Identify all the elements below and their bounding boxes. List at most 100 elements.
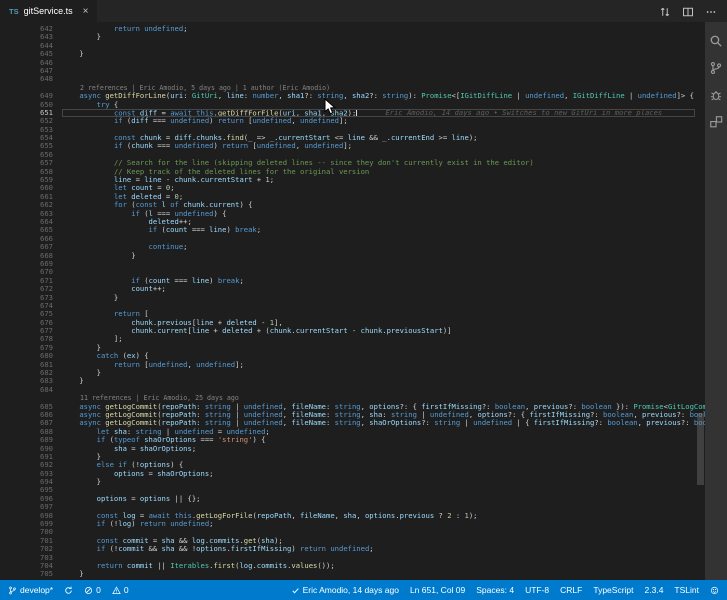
code-line-652[interactable]: 652 if (diff === undefined) return [unde… <box>0 116 705 126</box>
sync-indicator[interactable] <box>64 586 73 595</box>
errors-indicator[interactable]: 0 <box>84 585 101 595</box>
git-branch-indicator[interactable]: develop* <box>8 585 53 595</box>
feedback[interactable] <box>710 586 719 595</box>
code-line-684[interactable]: 684 <box>0 384 705 394</box>
code-line-646[interactable]: 646 <box>0 58 705 67</box>
sync-icon <box>64 586 73 595</box>
code-text: } <box>62 292 119 302</box>
tab-gitservice-ts[interactable]: TS gitService.ts × <box>0 0 99 22</box>
language-mode-label: TypeScript <box>593 585 634 595</box>
editor-scrollbar[interactable] <box>696 22 705 580</box>
encoding-status-label: UTF-8 <box>525 585 550 595</box>
code-text: if (count === line) break; <box>148 225 262 235</box>
errors-indicator-label: 0 <box>96 585 101 595</box>
code-text: } <box>62 376 84 386</box>
warnings-indicator[interactable]: 0 <box>112 585 129 595</box>
scrollbar-thumb[interactable] <box>697 412 704 486</box>
typescript-version[interactable]: 2.3.4 <box>645 585 664 595</box>
eol-status-label: CRLF <box>560 585 583 595</box>
more-actions-button[interactable] <box>705 5 717 17</box>
cursor-position-label: Ln 651, Col 09 <box>409 585 466 595</box>
code-text: } <box>62 569 84 579</box>
text-cursor <box>356 108 358 117</box>
code-text: return commit || Iterables.first(log.com… <box>96 561 335 570</box>
status-bar-left: develop* 0 0 <box>8 585 129 595</box>
split-icon <box>682 6 694 18</box>
debug-icon <box>709 88 723 102</box>
encoding-status[interactable]: UTF-8 <box>525 585 549 595</box>
code-line-665[interactable]: 665 if (count === line) break; <box>0 225 705 235</box>
editor-area: 642 return undefined; 643 } 644 645 } 646 647… <box>0 22 727 580</box>
code-line-642[interactable]: 642 return undefined; <box>0 24 705 33</box>
code-line-694[interactable]: 694 } <box>0 477 705 486</box>
search-icon <box>709 34 723 48</box>
code-line-690[interactable]: 690 sha = shaOrOptions; <box>0 444 705 453</box>
activity-search[interactable] <box>709 34 723 48</box>
code-text: if (diff === undefined) return [undefine… <box>113 116 348 126</box>
status-bar-right: Eric Amodio, 14 days ago Ln 651, Col 09 Sp… <box>291 585 719 595</box>
code-line-647[interactable]: 647 <box>0 66 705 75</box>
warning-icon <box>112 585 121 595</box>
more-icon <box>705 6 717 18</box>
line-number: 648 <box>40 74 53 84</box>
typescript-file-icon: TS <box>9 6 19 16</box>
language-mode[interactable]: TypeScript <box>593 585 633 595</box>
code-line-644[interactable]: 644 <box>0 41 705 50</box>
code-line-655[interactable]: 655 if (chunk === undefined) return [und… <box>0 141 705 151</box>
extensions-icon <box>709 115 723 129</box>
error-icon <box>84 586 93 595</box>
gitlens-blame-status-label: Eric Amodio, 14 days ago <box>302 585 399 595</box>
vscode-window: TS gitService.ts × 642 return undefined;… <box>0 0 727 600</box>
compare-icon <box>659 6 671 18</box>
code-text: if (!log) return undefined; <box>96 519 214 529</box>
cursor-position[interactable]: Ln 651, Col 09 <box>410 585 465 595</box>
code-text: options = options || {}; <box>96 493 201 503</box>
code-text: } <box>62 32 101 42</box>
indentation-status-label: Spaces: 4 <box>476 585 515 595</box>
code-line-702[interactable]: 702 if (!commit && sha && !options.first… <box>0 544 705 554</box>
tab-close-icon[interactable]: × <box>83 6 89 17</box>
code-line-704[interactable]: 704 return commit || Iterables.first(log… <box>0 561 705 570</box>
tslint-status-label: TSLint <box>674 585 699 595</box>
warnings-indicator-label: 0 <box>123 585 129 595</box>
gitlens-blame-status[interactable]: Eric Amodio, 14 days ago <box>291 585 399 595</box>
editor-actions <box>659 0 727 22</box>
code-line-645[interactable]: 645 } <box>0 49 705 59</box>
code-line-643[interactable]: 643 } <box>0 32 705 42</box>
code-line-648[interactable]: 648 <box>0 74 705 84</box>
tab-label: gitService.ts <box>23 6 73 16</box>
code-lines: 642 return undefined; 643 } 644 645 } 646 647… <box>0 24 705 579</box>
code-line-699[interactable]: 699 if (!log) return undefined; <box>0 519 705 529</box>
activity-extensions[interactable] <box>709 115 723 129</box>
code-line-705[interactable]: 705 } <box>0 569 705 579</box>
smiley-icon <box>710 586 719 595</box>
activity-source-control[interactable] <box>709 61 723 75</box>
typescript-version-label: 2.3.4 <box>644 585 664 595</box>
code-line-673[interactable]: 673 } <box>0 292 705 302</box>
code-line-693[interactable]: 693 options = shaOrOptions; <box>0 469 705 478</box>
check-icon <box>291 586 300 595</box>
line-number: 684 <box>40 384 53 394</box>
code-text: if (chunk === undefined) return [undefin… <box>113 141 352 151</box>
code-text: } <box>62 250 136 260</box>
code-line-668[interactable]: 668 } <box>0 250 705 260</box>
tslint-status[interactable]: TSLint <box>674 585 699 595</box>
tab-bar: TS gitService.ts × <box>0 0 727 22</box>
code-line-681[interactable]: 681 return [undefined, undefined]; <box>0 360 705 369</box>
code-text: } <box>62 49 84 59</box>
code-editor[interactable]: 642 return undefined; 643 } 644 645 } 646 647… <box>0 22 705 580</box>
indentation-status[interactable]: Spaces: 4 <box>476 585 514 595</box>
gitlens-blame-annotation: Eric Amodio, 14 days ago • Switches to n… <box>385 108 663 118</box>
code-line-669[interactable]: 669 <box>0 259 705 268</box>
split-editor-button[interactable] <box>682 5 694 17</box>
code-text: if (!commit && sha && !options.firstIfMi… <box>96 544 374 554</box>
status-bar: develop* 0 0 Eric Amodio, 14 days ago Ln 65… <box>0 580 727 600</box>
eol-status[interactable]: CRLF <box>560 585 582 595</box>
code-line-696[interactable]: 696 options = options || {}; <box>0 493 705 503</box>
code-line-683[interactable]: 683 } <box>0 376 705 386</box>
code-line-682[interactable]: 682 } <box>0 368 705 377</box>
code-line-678[interactable]: 678 ]; <box>0 335 705 344</box>
open-changes-button[interactable] <box>659 5 671 17</box>
activity-debug[interactable] <box>709 88 723 102</box>
activity-bar <box>705 22 727 580</box>
